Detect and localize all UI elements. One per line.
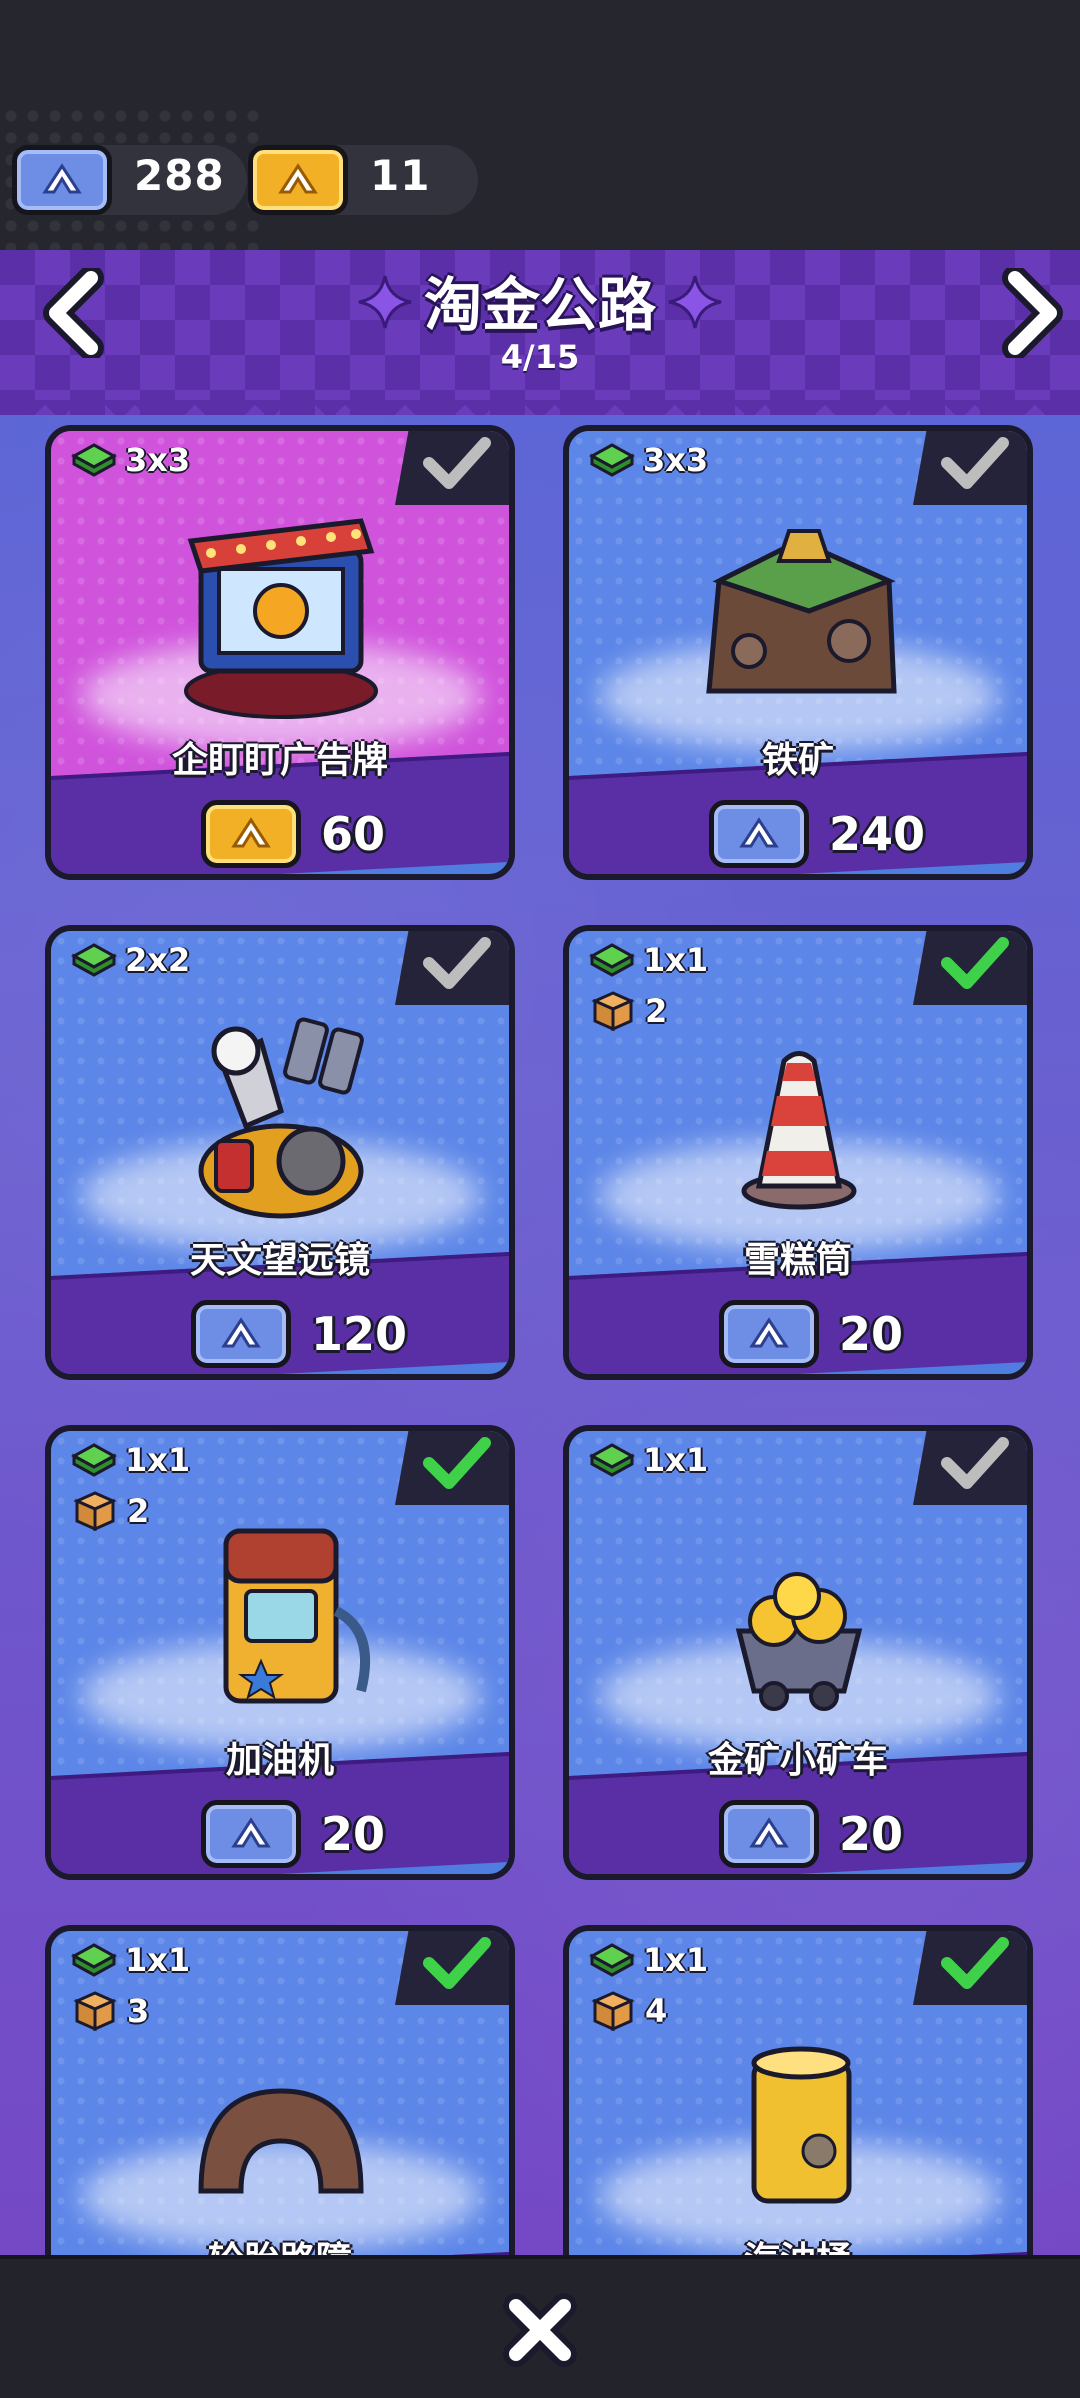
gold-mine-cart-image — [735, 1572, 863, 1711]
price-tag[interactable]: 20 — [201, 1799, 385, 1869]
tire-barrier-image — [198, 2088, 364, 2194]
item-card[interactable]: 1x1 3 轮胎路障 — [45, 1925, 515, 2255]
price-tag[interactable]: 20 — [719, 1799, 903, 1869]
gem-icon — [589, 1943, 635, 1977]
gold-ticket-icon — [201, 800, 301, 868]
billboard-image — [184, 518, 378, 719]
box-count: 3 — [127, 1992, 150, 2030]
top-bar: 288 11 — [0, 0, 1080, 250]
box-icon — [591, 1991, 635, 2032]
item-card[interactable]: 3x3 企盯盯广告牌 60 — [45, 425, 515, 880]
item-name: 加油机 — [225, 1740, 334, 1781]
item-name: 金矿小矿车 — [707, 1740, 888, 1781]
blue-ticket-icon — [709, 800, 809, 868]
owned-status-tab — [395, 931, 509, 1005]
blue-ticket-counter: 288 — [12, 145, 247, 215]
gem-icon — [71, 943, 117, 977]
gem-icon — [589, 443, 635, 477]
check-icon — [423, 937, 491, 989]
page-title: 淘金公路 — [423, 271, 656, 339]
box-icon — [73, 1991, 117, 2032]
item-card[interactable]: 1x1 2 雪糕筒 20 — [563, 925, 1033, 1380]
owned-status-tab — [395, 1431, 509, 1505]
item-size: 1x1 — [643, 1441, 709, 1479]
item-name: 轮胎路障 — [51, 2231, 509, 2255]
blue-ticket-icon — [719, 1800, 819, 1868]
item-size: 1x1 — [643, 941, 709, 979]
box-count: 2 — [645, 992, 668, 1030]
blue-ticket-count: 288 — [134, 151, 225, 200]
price-tag[interactable]: 60 — [201, 799, 385, 869]
telescope-image — [198, 1017, 364, 1219]
price-tag[interactable]: 240 — [709, 799, 925, 869]
item-price: 20 — [839, 1807, 904, 1861]
gold-ticket-icon — [248, 145, 348, 215]
gold-ticket-counter: 11 — [248, 145, 478, 215]
box-count: 2 — [127, 1492, 150, 1530]
gem-icon — [71, 443, 117, 477]
owned-status-tab — [395, 1931, 509, 2005]
item-size: 2x2 — [125, 941, 191, 979]
item-size: 3x3 — [643, 441, 709, 479]
gem-icon — [589, 943, 635, 977]
price-tag[interactable]: 120 — [191, 1299, 407, 1369]
check-icon — [423, 1937, 491, 1989]
box-count: 4 — [645, 1992, 668, 2030]
oil-barrel-image — [751, 2046, 852, 2204]
gem-icon — [71, 1443, 117, 1477]
price-tag[interactable]: 20 — [719, 1299, 903, 1369]
owned-status-tab — [913, 431, 1027, 505]
item-size: 1x1 — [125, 1441, 191, 1479]
check-icon — [941, 1937, 1009, 1989]
item-name: 天文望远镜 — [189, 1240, 370, 1281]
item-size: 3x3 — [125, 441, 191, 479]
item-size: 1x1 — [643, 1941, 709, 1979]
item-card[interactable]: 2x2 天文望远镜 120 — [45, 925, 515, 1380]
item-price: 120 — [311, 1307, 408, 1361]
item-name: 铁矿 — [761, 740, 834, 781]
item-card[interactable]: 1x1 金矿小矿车 20 — [563, 1425, 1033, 1880]
box-icon — [73, 1491, 117, 1532]
page-title-row: 淘金公路 — [0, 258, 1080, 342]
item-grid: 3x3 企盯盯广告牌 60 3x3 铁矿 240 2x2 天文望远镜 120 1… — [0, 415, 1080, 2255]
gold-ticket-count: 11 — [370, 151, 431, 200]
check-icon — [941, 437, 1009, 489]
owned-status-tab — [913, 1931, 1027, 2005]
item-card[interactable]: 3x3 铁矿 240 — [563, 425, 1033, 880]
item-size: 1x1 — [125, 1941, 191, 1979]
owned-status-tab — [913, 1431, 1027, 1505]
item-name: 汽油桶 — [569, 2231, 1027, 2255]
item-name: 雪糕筒 — [743, 1240, 852, 1281]
item-name: 企盯盯广告牌 — [171, 740, 388, 781]
box-icon — [591, 991, 635, 1032]
close-icon[interactable] — [500, 2290, 580, 2370]
owned-status-tab — [913, 931, 1027, 1005]
collection-progress: 4/15 — [500, 338, 580, 376]
gem-icon — [589, 1443, 635, 1477]
check-icon — [941, 1437, 1009, 1489]
owned-status-tab — [395, 431, 509, 505]
fuel-pump-image — [223, 1528, 371, 1704]
item-price: 20 — [839, 1307, 904, 1361]
traffic-cone-image — [741, 1051, 857, 1210]
item-price: 240 — [829, 807, 926, 861]
check-icon — [941, 937, 1009, 989]
blue-ticket-icon — [191, 1300, 291, 1368]
check-icon — [423, 437, 491, 489]
item-card[interactable]: 1x1 4 汽油桶 — [563, 1925, 1033, 2255]
item-price: 20 — [321, 1807, 386, 1861]
blue-ticket-icon — [12, 145, 112, 215]
blue-ticket-icon — [719, 1300, 819, 1368]
item-card[interactable]: 1x1 2 加油机 20 — [45, 1425, 515, 1880]
check-icon — [423, 1437, 491, 1489]
gem-icon — [71, 1943, 117, 1977]
item-price: 60 — [321, 807, 386, 861]
iron-mine-image — [706, 529, 897, 694]
blue-ticket-icon — [201, 1800, 301, 1868]
